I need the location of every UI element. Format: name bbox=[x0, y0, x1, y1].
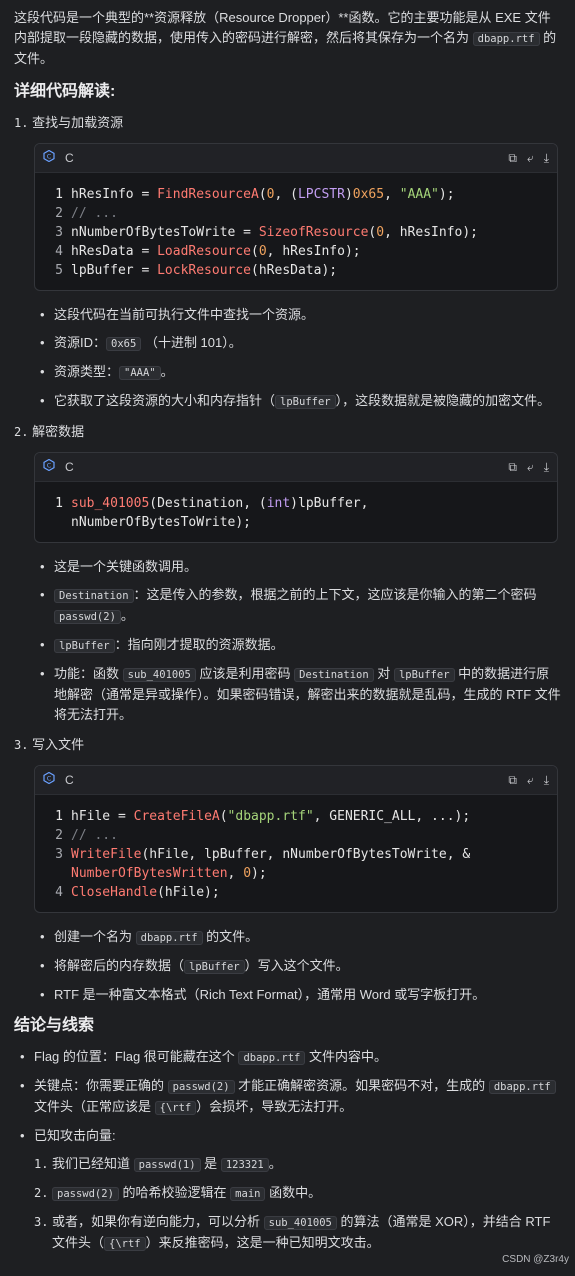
language-icon: C bbox=[43, 148, 55, 168]
list-item: RTF 是一种富文本格式（Rich Text Format），通常用 Word … bbox=[40, 985, 561, 1005]
watermark: CSDN @Z3r4y bbox=[502, 1254, 569, 1265]
copy-icon[interactable]: ⧉ bbox=[508, 770, 517, 790]
list-item: 关键点：你需要正确的 passwd(2) 才能正确解密资源。如果密码不对，生成的… bbox=[20, 1076, 561, 1118]
list-item: 这段代码在当前可执行文件中查找一个资源。 bbox=[40, 305, 561, 325]
list-item: 它获取了这段资源的大小和内存指针（lpBuffer），这段数据就是被隐藏的加密文… bbox=[40, 391, 561, 412]
list-item: 资源类型："AAA"。 bbox=[40, 362, 561, 383]
code-block-2: C C ⧉ ⤶ ⤓ 1 sub_401005(Destination, (int)… bbox=[34, 452, 558, 543]
conclusion-bullets: Flag 的位置：Flag 很可能藏在这个 dbapp.rtf 文件内容中。 关… bbox=[20, 1047, 561, 1254]
list-item: 将解密后的内存数据（lpBuffer）写入这个文件。 bbox=[40, 956, 561, 977]
list-item: 1. 我们已经知道 passwd(1) 是 123321。 bbox=[34, 1156, 282, 1172]
code-content: 1 sub_401005(Destination, (int)lpBuffer, n… bbox=[55, 496, 369, 530]
section-2-bullets: 这是一个关键函数调用。 Destination：这是传入的参数，根据之前的上下文… bbox=[40, 557, 561, 725]
list-item: lpBuffer：指向刚才提取的资源数据。 bbox=[40, 635, 561, 656]
code-block-header: C C ⧉ ⤶ ⤓ bbox=[35, 766, 557, 795]
list-item: Flag 的位置：Flag 很可能藏在这个 dbapp.rtf 文件内容中。 bbox=[20, 1047, 561, 1068]
heading-conclusion: 结论与线索 bbox=[14, 1017, 95, 1034]
copy-icon[interactable]: ⧉ bbox=[508, 148, 517, 168]
inline-code: dbapp.rtf bbox=[472, 32, 540, 46]
list-item: 2. passwd(2) 的哈希校验逻辑在 main 函数中。 bbox=[34, 1185, 322, 1201]
section-3-bullets: 创建一个名为 dbapp.rtf 的文件。 将解密后的内存数据（lpBuffer… bbox=[40, 927, 561, 1005]
language-icon: C bbox=[43, 457, 55, 477]
list-item: 已知攻击向量: 1.我们已经知道 passwd(1) 是 123321。 2.p… bbox=[20, 1126, 561, 1254]
language-label: C bbox=[65, 460, 74, 474]
section-title-text: 查找与加载资源 bbox=[32, 115, 124, 130]
section-1-title: 1. 查找与加载资源 bbox=[14, 113, 561, 133]
language-label: C bbox=[65, 151, 74, 165]
intro-text: 这段代码是一个典型的**资源释放（Resource Dropper）**函数。它… bbox=[14, 10, 551, 45]
wrap-icon[interactable]: ⤶ bbox=[527, 770, 534, 790]
list-item: 3. 或者，如果你有逆向能力，可以分析 sub_401005 的算法（通常是 XO… bbox=[34, 1214, 551, 1251]
intro-paragraph: 这段代码是一个典型的**资源释放（Resource Dropper）**函数。它… bbox=[14, 8, 561, 69]
section-2-title: 2. 解密数据 bbox=[14, 422, 561, 442]
wrap-icon[interactable]: ⤶ bbox=[527, 457, 534, 477]
language-icon: C bbox=[43, 770, 55, 790]
chat-answer: 这段代码是一个典型的**资源释放（Resource Dropper）**函数。它… bbox=[0, 0, 575, 1254]
download-icon[interactable]: ⤓ bbox=[544, 457, 549, 477]
code-block-3: C C ⧉ ⤶ ⤓ 1 hFile = CreateFileA("dbapp.rt… bbox=[34, 765, 558, 913]
language-label: C bbox=[65, 773, 74, 787]
list-item: 这是一个关键函数调用。 bbox=[40, 557, 561, 577]
list-item: 创建一个名为 dbapp.rtf 的文件。 bbox=[40, 927, 561, 948]
section-title-text: 写入文件 bbox=[32, 737, 85, 752]
list-item: Destination：这是传入的参数，根据之前的上下文，这应该是你输入的第二个… bbox=[40, 585, 561, 627]
code-content: 1 hFile = CreateFileA("dbapp.rtf", GENERI… bbox=[55, 809, 471, 900]
section-number: 3. bbox=[14, 738, 29, 752]
code-block-header: C C ⧉ ⤶ ⤓ bbox=[35, 144, 557, 173]
section-title-text: 解密数据 bbox=[32, 424, 85, 439]
heading-detail: 详细代码解读: bbox=[14, 83, 116, 100]
code-block-header: C C ⧉ ⤶ ⤓ bbox=[35, 453, 557, 482]
section-number: 2. bbox=[14, 425, 29, 439]
svg-text:C: C bbox=[47, 775, 52, 783]
section-3-title: 3. 写入文件 bbox=[14, 735, 561, 755]
code-block-1: C C ⧉ ⤶ ⤓ 1 hResInfo = FindResourceA(0, (… bbox=[34, 143, 558, 291]
svg-text:C: C bbox=[47, 153, 52, 161]
list-item: 资源ID：0x65 （十进制 101）。 bbox=[40, 333, 561, 354]
svg-text:C: C bbox=[47, 462, 52, 470]
download-icon[interactable]: ⤓ bbox=[544, 770, 549, 790]
download-icon[interactable]: ⤓ bbox=[544, 148, 549, 168]
list-item: 功能：函数 sub_401005 应该是利用密码 Destination 对 l… bbox=[40, 664, 561, 725]
section-1-bullets: 这段代码在当前可执行文件中查找一个资源。 资源ID：0x65 （十进制 101）… bbox=[40, 305, 561, 412]
copy-icon[interactable]: ⧉ bbox=[508, 457, 517, 477]
attack-vector-list: 1. 我们已经知道 passwd(1) 是 123321。 2. passwd(2)… bbox=[34, 1154, 561, 1254]
section-number: 1. bbox=[14, 116, 29, 130]
code-content: 1 hResInfo = FindResourceA(0, (LPCSTR)0x6… bbox=[55, 187, 478, 278]
wrap-icon[interactable]: ⤶ bbox=[527, 148, 534, 168]
